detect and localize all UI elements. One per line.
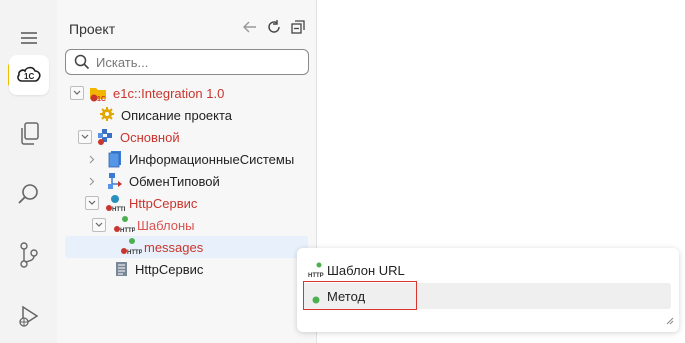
http-template-icon: HTTP	[113, 215, 136, 234]
tree-item-label: HttpСервис	[129, 195, 198, 211]
source-control-icon[interactable]	[9, 235, 49, 275]
tree-item-label: ОбменТиповой	[129, 173, 220, 189]
search-icon[interactable]	[9, 174, 49, 214]
panel-toolbar	[242, 19, 306, 35]
chevron-right-icon[interactable]	[85, 152, 99, 166]
tree-item-label: e1c::Integration 1.0	[113, 85, 225, 101]
tree-item-label: HttpСервис	[135, 261, 204, 277]
chevron-down-icon[interactable]	[70, 86, 84, 100]
activity-bar: 1С	[0, 0, 57, 343]
search-icon	[74, 54, 90, 73]
tree-item-templates[interactable]: HTTP Шаблоны	[65, 214, 308, 236]
tree-item-project[interactable]: 1С e1c::Integration 1.0	[65, 82, 308, 104]
explorer-panel: Проект 1С e1c::Integration 1.0	[57, 0, 317, 343]
http-template-icon: HTTP	[120, 237, 143, 256]
tree-item-info-systems[interactable]: ИнформационныеСистемы	[65, 148, 308, 170]
svg-text:HTTP: HTTP	[112, 207, 125, 212]
tree-item-main-subsystem[interactable]: Основной	[65, 126, 308, 148]
tree-item-label: Шаблоны	[137, 217, 195, 233]
svg-text:1С: 1С	[97, 96, 106, 102]
run-debug-icon[interactable]	[9, 297, 49, 337]
collapse-all-icon[interactable]	[290, 19, 306, 35]
module-icon	[115, 261, 133, 279]
svg-text:HTTP: HTTP	[127, 250, 142, 256]
http-icon: HTTP	[308, 262, 326, 283]
popup-item-url-template[interactable]: HTTP Шаблон URL	[303, 257, 671, 283]
tree-item-exchange[interactable]: ОбменТиповой	[65, 170, 308, 192]
chevron-down-icon[interactable]	[92, 218, 106, 232]
search-input[interactable]	[96, 52, 301, 72]
tree-item-label: messages	[144, 239, 204, 255]
1c-cloud-icon[interactable]: 1С	[9, 55, 49, 95]
catalog-icon	[107, 150, 125, 168]
project-folder-icon: 1С	[89, 84, 107, 103]
exchange-icon	[107, 172, 125, 190]
chevron-right-icon[interactable]	[85, 174, 99, 188]
http-service-icon: HTTP	[105, 194, 128, 213]
tree-item-http-module[interactable]: HttpСервис	[65, 258, 308, 280]
highlight-outline	[303, 281, 417, 310]
tree-item-label: Основной	[120, 129, 180, 145]
tree-item-messages[interactable]: HTTP messages	[65, 236, 308, 258]
gear-icon	[99, 106, 117, 124]
svg-text:HTTP: HTTP	[308, 273, 324, 279]
tree-item-project-description[interactable]: Описание проекта	[65, 104, 308, 126]
search-box	[65, 49, 309, 75]
tree-item-http-service[interactable]: HTTP HttpСервис	[65, 192, 308, 214]
popup-item-label: Шаблон URL	[327, 262, 405, 278]
refresh-icon[interactable]	[266, 19, 282, 35]
subsystem-icon	[97, 128, 115, 146]
tree-item-label: Описание проекта	[121, 107, 233, 123]
menu-icon[interactable]	[9, 18, 49, 58]
files-icon[interactable]	[9, 114, 49, 154]
tree-item-label: ИнформационныеСистемы	[129, 151, 295, 167]
panel-title: Проект	[69, 21, 116, 37]
back-arrow-icon[interactable]	[242, 19, 258, 35]
svg-text:1С: 1С	[24, 72, 34, 81]
chevron-down-icon[interactable]	[85, 196, 99, 210]
chevron-down-icon[interactable]	[78, 130, 92, 144]
resize-grip-icon[interactable]	[666, 313, 674, 328]
svg-text:HTTP: HTTP	[120, 228, 135, 234]
